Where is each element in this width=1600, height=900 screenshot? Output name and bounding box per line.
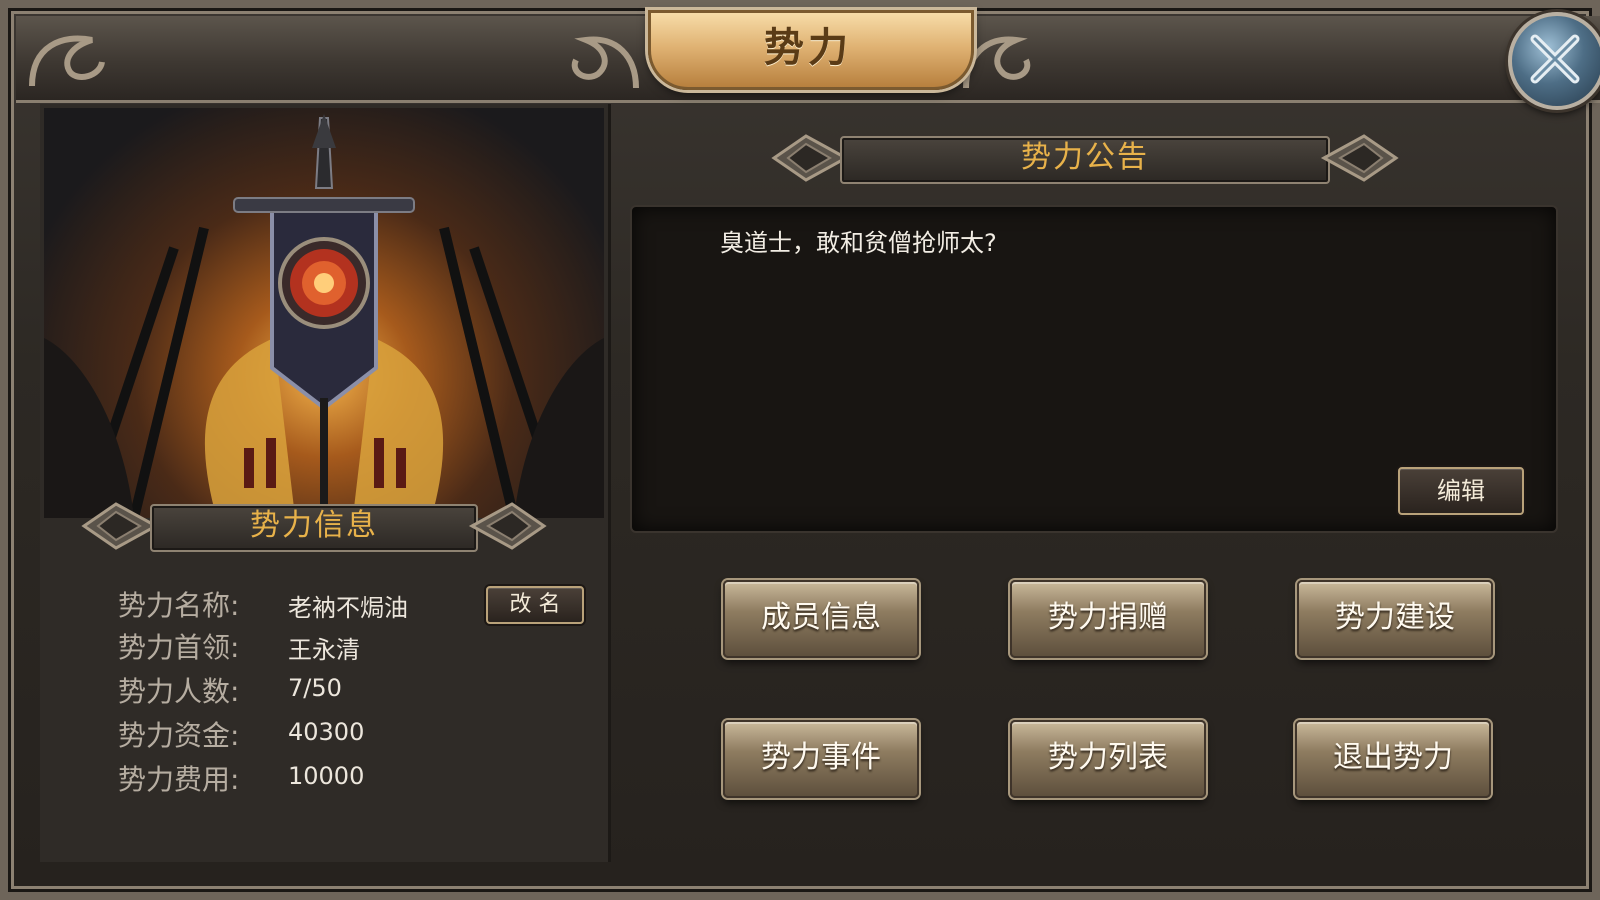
faction-notice-text: 臭道士，敢和贫僧抢师太? (720, 229, 997, 257)
faction-list-button[interactable]: 势力列表 (1010, 720, 1206, 798)
info-label: 势力名称: (118, 589, 240, 622)
info-label: 势力费用: (118, 763, 240, 796)
info-label: 势力资金: (118, 719, 240, 752)
faction-notice-header: 势力公告 (770, 130, 1400, 186)
window-title: 势力 (764, 25, 852, 71)
rename-button[interactable]: 改 名 (486, 586, 584, 624)
info-value: 老衲不焗油 (288, 594, 408, 622)
faction-notice-title: 势力公告 (1021, 140, 1149, 175)
ornate-arrow-left-icon (771, 134, 850, 182)
info-label: 势力人数: (118, 675, 240, 708)
info-value: 王永清 (288, 636, 360, 664)
faction-info-header: 势力信息 (80, 498, 548, 554)
info-value: 10000 (288, 762, 365, 790)
ornate-arrow-right-icon (468, 502, 547, 550)
edit-notice-button[interactable]: 编辑 (1398, 467, 1524, 515)
faction-notice-box: 臭道士，敢和贫僧抢师太? 编辑 (630, 205, 1558, 533)
ornament-left-of-title-icon (571, 36, 639, 89)
info-value: 40300 (288, 718, 365, 746)
faction-build-button[interactable]: 势力建设 (1297, 580, 1493, 658)
close-button[interactable] (1508, 12, 1600, 110)
corner-ornament-left-icon (29, 35, 105, 87)
faction-events-button[interactable]: 势力事件 (723, 720, 919, 798)
leave-faction-button[interactable]: 退出势力 (1295, 720, 1491, 798)
info-value: 7/50 (288, 674, 342, 702)
faction-donate-button[interactable]: 势力捐赠 (1010, 580, 1206, 658)
faction-info-panel: 势力信息 势力名称: 老衲不焗油 改 名 势力首领: 王永清 势力人数: 7/5… (40, 104, 611, 862)
faction-info-title: 势力信息 (250, 508, 378, 543)
faction-emblem-image (44, 108, 604, 518)
faction-banner-emblem-icon (44, 114, 604, 518)
info-label: 势力首领: (118, 631, 240, 664)
ornate-arrow-right-icon (1320, 134, 1399, 182)
member-info-button[interactable]: 成员信息 (723, 580, 919, 658)
close-x-icon (1530, 34, 1580, 84)
ornate-arrow-left-icon (81, 502, 160, 550)
